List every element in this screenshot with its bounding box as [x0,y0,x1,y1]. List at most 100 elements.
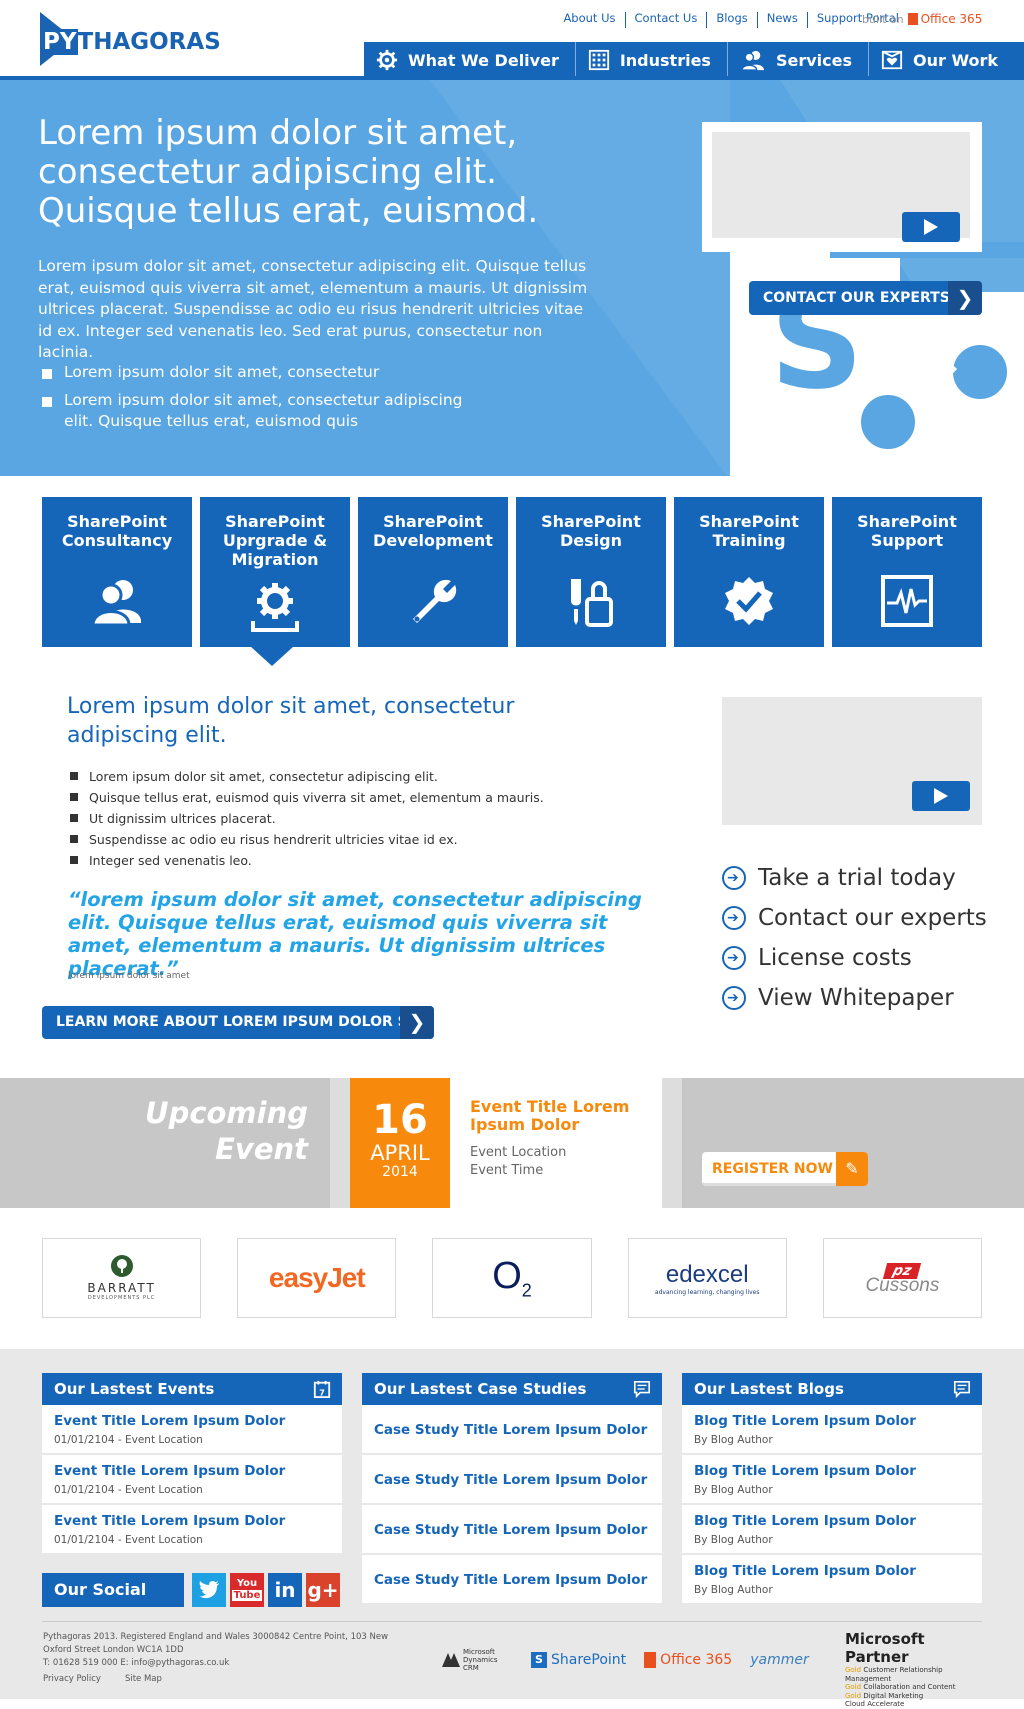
event-row-meta: 01/01/2104 - Event Location [54,1484,203,1496]
contact-experts-label: CONTACT OUR EXPERTS [763,290,950,306]
service-tile-support[interactable]: SharePoint Support [832,497,982,647]
privacy-policy-link[interactable]: Privacy Policy [43,1674,101,1684]
side-link-contact[interactable]: Contact our experts [722,898,987,938]
sharepoint-logo: S SharePoint [531,1652,626,1668]
gear-upload-icon [251,583,299,632]
service-pointer [250,646,294,666]
top-links: About Us Contact Us Blogs News Support P… [554,12,908,28]
top-link-about[interactable]: About Us [554,12,626,28]
event-row-title[interactable]: Event Title Lorem Ipsum Dolor [54,1463,330,1479]
event-row[interactable]: Event Title Lorem Ipsum Dolor 01/01/2104 … [42,1505,342,1555]
event-date: 16 APRIL 2014 [350,1078,450,1208]
event-row-title[interactable]: Event Title Lorem Ipsum Dolor [54,1513,330,1529]
partner-logos: Microsoft Dynamics CRM S SharePoint Offi… [442,1648,809,1672]
case-study-title[interactable]: Case Study Title Lorem Ipsum Dolor [374,1422,650,1438]
event-row[interactable]: Event Title Lorem Ipsum Dolor 01/01/2104 … [42,1455,342,1505]
play-icon[interactable] [902,212,960,242]
footer-divider [42,1621,982,1622]
arrow-circle-icon [722,946,746,970]
list-item: Quisque tellus erat, euismod quis viverr… [70,787,610,808]
hero-bullets: Lorem ipsum dolor sit amet, consectetur … [40,362,470,439]
list-item: Ut dignissim ultrices placerat. [70,808,610,829]
learn-more-button[interactable]: LEARN MORE ABOUT LOREM IPSUM DOLOR SI ❯ [42,1006,434,1039]
partner-title: Microsoft Partner [845,1630,925,1666]
nav-label: Services [775,50,852,70]
hero-video[interactable] [702,122,982,252]
office365-icon [907,13,918,25]
blog-row-title[interactable]: Blog Title Lorem Ipsum Dolor [694,1413,970,1429]
side-link-license[interactable]: License costs [722,938,987,978]
nav-our-work[interactable]: Our Work [869,42,1014,78]
arrow-circle-icon [722,906,746,930]
top-link-news[interactable]: News [758,12,808,28]
blog-row[interactable]: Blog Title Lorem Ipsum Dolor By Blog Auth… [682,1505,982,1555]
googleplus-icon[interactable]: g+ [306,1573,340,1607]
client-logo-o2[interactable]: O2 [432,1238,592,1318]
side-link-whitepaper[interactable]: View Whitepaper [722,978,987,1018]
nav-label: Industries [619,50,711,70]
top-link-contact[interactable]: Contact Us [626,12,708,28]
blog-row-title[interactable]: Blog Title Lorem Ipsum Dolor [694,1563,970,1579]
event-title[interactable]: Event Title Lorem Ipsum Dolor [470,1098,670,1134]
brush-bucket-icon [571,579,613,627]
blog-row[interactable]: Blog Title Lorem Ipsum Dolor By Blog Auth… [682,1405,982,1455]
site-map-link[interactable]: Site Map [125,1674,162,1684]
event-time: Event Time [470,1163,544,1178]
client-logo-barratt[interactable]: BARRATT DEVELOPMENTS PLC [42,1238,202,1318]
people-icon [91,580,142,627]
top-link-blogs[interactable]: Blogs [707,12,758,28]
social-bar: Our Social You Tube in g+ [42,1573,342,1607]
youtube-icon[interactable]: You Tube [230,1573,264,1607]
event-row-title[interactable]: Event Title Lorem Ipsum Dolor [54,1413,330,1429]
play-icon[interactable] [912,781,970,811]
case-study-row[interactable]: Case Study Title Lorem Ipsum Dolor [362,1505,662,1555]
blog-row-title[interactable]: Blog Title Lorem Ipsum Dolor [694,1513,970,1529]
office365-logo: Office 365 [644,1652,732,1668]
client-logos: BARRATT DEVELOPMENTS PLC easyJet O2 edex… [42,1238,983,1318]
side-link-trial[interactable]: Take a trial today [722,858,987,898]
header: PYTHAGORAS About Us Contact Us Blogs New… [0,0,1024,78]
twitter-icon[interactable] [192,1573,226,1607]
case-study-title[interactable]: Case Study Title Lorem Ipsum Dolor [374,1522,650,1538]
client-logo-easyjet[interactable]: easyJet [237,1238,397,1318]
event-row[interactable]: Event Title Lorem Ipsum Dolor 01/01/2104 … [42,1405,342,1455]
nav-what-we-deliver[interactable]: What We Deliver [364,42,576,78]
blog-row-title[interactable]: Blog Title Lorem Ipsum Dolor [694,1463,970,1479]
event-heading-line: Event [215,1132,308,1166]
case-study-row[interactable]: Case Study Title Lorem Ipsum Dolor [362,1405,662,1455]
dynamics-crm-logo: Microsoft Dynamics CRM [442,1648,513,1672]
pythagoras-logo[interactable]: PYTHAGORAS [40,12,221,66]
speech-bubble-icon [633,1380,651,1398]
panel-title: Our Lastest Events [54,1380,215,1398]
service-tile-design[interactable]: SharePoint Design [516,497,666,647]
case-study-row[interactable]: Case Study Title Lorem Ipsum Dolor [362,1555,662,1605]
wrench-icon [413,579,457,623]
service-title: SharePoint Design [541,512,641,550]
case-study-row[interactable]: Case Study Title Lorem Ipsum Dolor [362,1455,662,1505]
service-title: SharePoint Support [857,512,957,550]
gear-icon [376,49,398,71]
nav-industries[interactable]: Industries [576,42,728,78]
pencil-icon: ✎ [836,1152,868,1186]
blog-row[interactable]: Blog Title Lorem Ipsum Dolor By Blog Auth… [682,1455,982,1505]
linkedin-icon[interactable]: in [268,1573,302,1607]
register-label: REGISTER NOW [712,1161,833,1177]
case-study-title[interactable]: Case Study Title Lorem Ipsum Dolor [374,1572,650,1588]
service-tile-development[interactable]: SharePoint Development [358,497,508,647]
chevron-right-icon: ❯ [948,281,982,315]
service-tile-training[interactable]: SharePoint Training [674,497,824,647]
side-video[interactable] [722,697,982,825]
sharepoint-icon: S [531,1652,547,1668]
blog-row[interactable]: Blog Title Lorem Ipsum Dolor By Blog Auth… [682,1555,982,1605]
list-item: Lorem ipsum dolor sit amet, consectetur … [70,766,610,787]
nav-services[interactable]: Services [728,42,869,78]
service-tile-upgrade-migration[interactable]: SharePoint Uprgrade & Migration [200,497,350,647]
client-logo-edexcel[interactable]: edexcel advancing learning, changing liv… [627,1238,787,1318]
service-tile-consultancy[interactable]: SharePoint Consultancy [42,497,192,647]
hero-bullet: Lorem ipsum dolor sit amet, consectetur [40,362,470,384]
client-logo-pzcussons[interactable]: pz Cussons [822,1238,983,1318]
register-now-button[interactable]: REGISTER NOW ✎ [702,1152,868,1186]
chevron-right-icon: ❯ [400,1006,434,1039]
contact-experts-button[interactable]: CONTACT OUR EXPERTS ❯ [749,281,982,315]
case-study-title[interactable]: Case Study Title Lorem Ipsum Dolor [374,1472,650,1488]
